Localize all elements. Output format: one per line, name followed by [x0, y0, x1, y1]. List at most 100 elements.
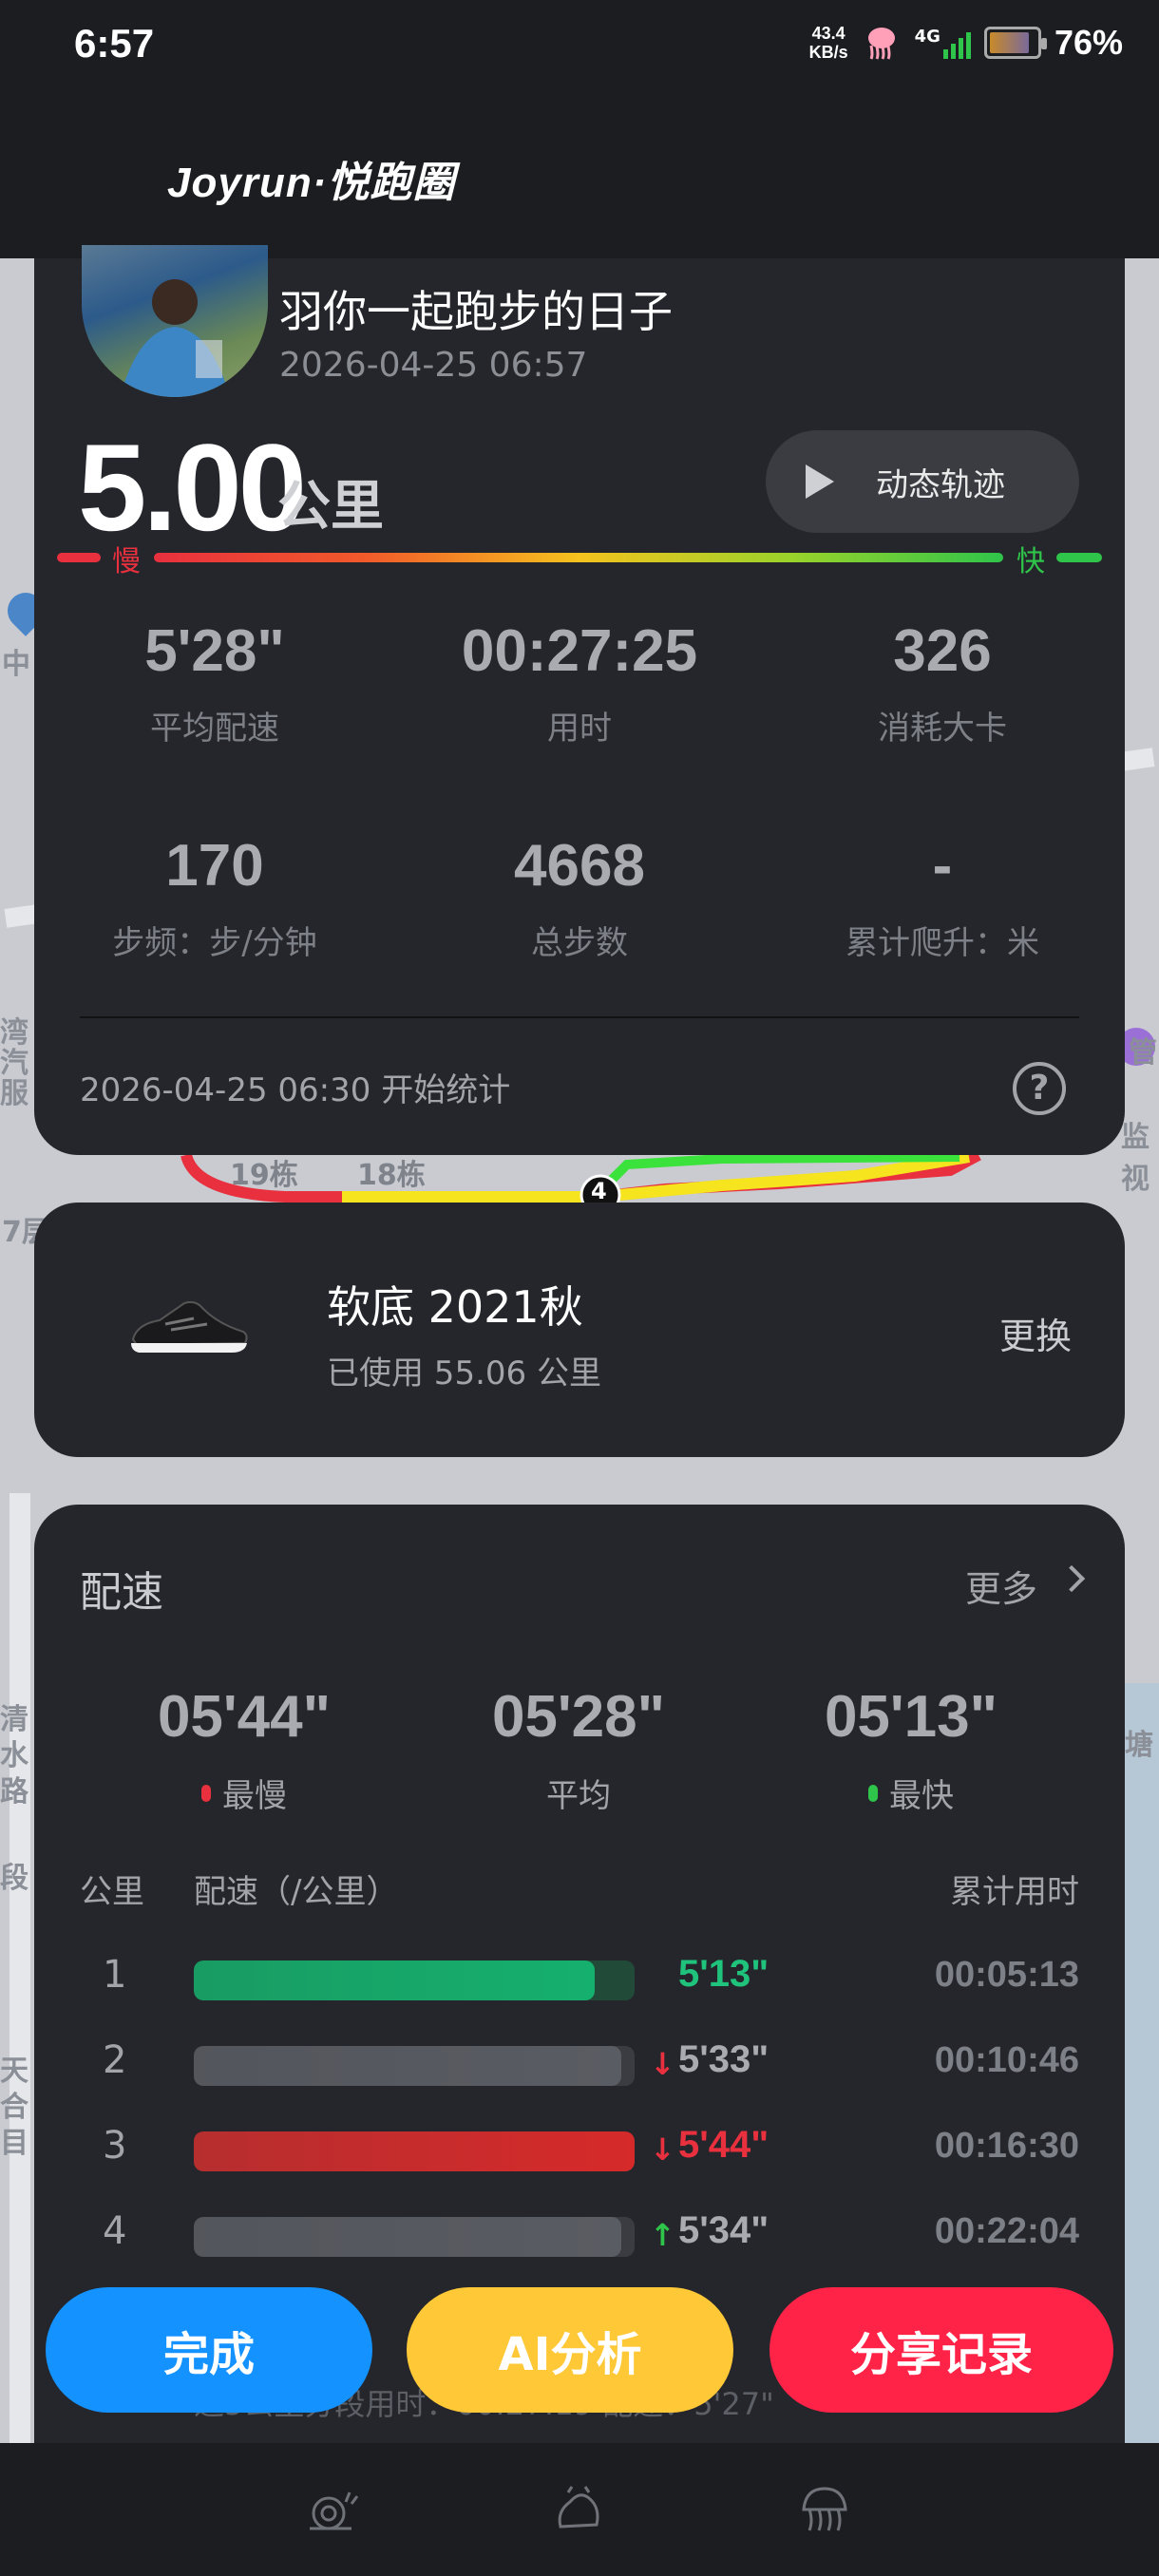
- pace-value: 05'13": [824, 1684, 998, 1750]
- stat-value: -: [932, 833, 953, 899]
- pace-more-link[interactable]: 更多: [965, 1560, 1037, 1612]
- building-label: 18栋: [357, 1159, 426, 1192]
- speed-scale-slow-seg: [57, 553, 101, 562]
- row-pace: 5'13": [678, 1953, 770, 1995]
- trend-arrow-icon: ↓: [650, 2131, 675, 2168]
- stat-value: 00:27:25: [461, 618, 698, 684]
- battery-icon: [983, 27, 1047, 59]
- stat-elevation-gain: - 累计爬升：米: [762, 832, 1123, 963]
- speed-scale-fast-seg: [1056, 553, 1102, 562]
- stat-total-steps: 4668 总步数: [399, 832, 760, 963]
- stat-label: 步频：步/分钟: [112, 924, 317, 962]
- status-icons: 43.4 KB/s 4G 76%: [809, 23, 1123, 63]
- pace-bar-fill: [194, 2046, 622, 2086]
- net-speed-value: 43.4: [811, 24, 846, 43]
- row-cumulative-time: 00:10:46: [934, 2040, 1079, 2080]
- row-cumulative-time: 00:16:30: [934, 2126, 1079, 2166]
- stat-label: 累计爬升：米: [846, 924, 1039, 962]
- stat-value: 5'28": [144, 618, 285, 684]
- row-cumulative-time: 00:05:13: [934, 1955, 1079, 1995]
- jellyfish-icon[interactable]: [796, 2483, 853, 2536]
- map-label: 管: [1129, 1036, 1157, 1070]
- green-dot-icon: [868, 1784, 878, 1802]
- stat-value: 170: [165, 833, 264, 899]
- pace-bar-track: [194, 2131, 635, 2171]
- row-km: 4: [103, 2209, 127, 2253]
- start-time-text: 2026-04-25 06:30 开始统计: [80, 1071, 511, 1109]
- km-marker: 4: [591, 1178, 607, 1204]
- shoe-icon: [131, 1300, 248, 1353]
- signal-icon: 4G: [915, 27, 971, 59]
- pace-bar-track: [194, 1960, 635, 2000]
- pace-slowest: 05'44" 最慢: [87, 1683, 401, 1816]
- pace-label-row: 平均: [422, 1770, 735, 1816]
- user-name: 羽你一起跑步的日子: [279, 286, 673, 337]
- red-dot-icon: [201, 1784, 211, 1802]
- pace-fastest: 05'13" 最快: [754, 1683, 1068, 1816]
- share-record-button[interactable]: 分享记录: [770, 2287, 1113, 2413]
- table-row: 2 ↓ 5'33" 00:10:46: [80, 2038, 1079, 2095]
- status-time: 6:57: [74, 21, 155, 66]
- table-row: 4 ↑ 5'34" 00:22:04: [80, 2209, 1079, 2266]
- route-line: [180, 1155, 981, 1203]
- map-label: 中: [2, 648, 30, 681]
- net-speed-unit: KB/s: [808, 43, 848, 62]
- network-type: 4G: [914, 27, 940, 47]
- done-button[interactable]: 完成: [46, 2287, 372, 2413]
- stat-label: 总步数: [531, 924, 628, 962]
- divider: [80, 1016, 1079, 1018]
- pace-label: 最慢: [222, 1777, 287, 1815]
- table-row: 3 ↓ 5'44" 00:16:30: [80, 2124, 1079, 2181]
- stat-avg-pace: 5'28" 平均配速: [34, 617, 395, 748]
- map-label: 段: [0, 1862, 28, 1895]
- pace-label-row: 最慢: [87, 1770, 401, 1816]
- ai-analysis-button[interactable]: AI分析: [407, 2287, 733, 2413]
- question-circle-icon[interactable]: ?: [1013, 1062, 1066, 1115]
- fast-label: 快: [1016, 545, 1045, 578]
- pace-bar-fill: [194, 2217, 622, 2257]
- app-header: Joyrun·悦跑圈: [0, 95, 1159, 258]
- shoe-usage: 已使用 55.06 公里: [327, 1354, 601, 1392]
- map-road-vertical: [10, 1493, 30, 2443]
- column-header-pace: 配速（/公里）: [194, 1873, 399, 1911]
- jellyfish-notification-icon: [867, 28, 895, 60]
- shoe-name: 软底 2021秋: [327, 1281, 583, 1333]
- row-pace: 5'44": [678, 2124, 770, 2166]
- stat-cadence: 170 步频：步/分钟: [34, 832, 395, 963]
- battery-level: [989, 32, 1029, 53]
- map-label: 清水路: [0, 1703, 28, 1809]
- run-datetime: 2026-04-25 06:57: [279, 346, 588, 385]
- column-header-km: 公里: [80, 1873, 144, 1911]
- seal-icon[interactable]: [551, 2483, 608, 2536]
- pace-value: 05'28": [491, 1684, 666, 1750]
- dynamic-track-button[interactable]: 动态轨迹: [766, 430, 1079, 533]
- map-label: 湾汽服: [0, 1016, 28, 1110]
- change-shoe-button[interactable]: 更换: [999, 1307, 1072, 1359]
- dynamic-track-label: 动态轨迹: [876, 465, 1005, 504]
- stat-label: 平均配速: [150, 710, 279, 748]
- snail-icon[interactable]: [304, 2483, 361, 2536]
- row-cumulative-time: 00:22:04: [934, 2211, 1079, 2251]
- slow-label: 慢: [112, 545, 141, 578]
- pace-label: 平均: [546, 1777, 611, 1815]
- column-header-cumulative: 累计用时: [950, 1873, 1079, 1911]
- row-km: 2: [103, 2038, 127, 2082]
- pace-bar-fill: [194, 1960, 596, 2000]
- row-km: 1: [103, 1953, 127, 1997]
- speed-scale-gradient: [154, 553, 1003, 562]
- net-speed: 43.4 KB/s: [809, 24, 848, 62]
- pace-label-row: 最快: [754, 1770, 1068, 1816]
- trend-arrow-icon: ↑: [650, 2217, 675, 2253]
- stat-label: 消耗大卡: [878, 710, 1007, 748]
- map-label: 天合目: [0, 2055, 28, 2160]
- stat-calories: 326 消耗大卡: [762, 617, 1123, 748]
- speed-scale-bar: [57, 553, 1102, 562]
- pace-bar-fill: [194, 2131, 635, 2171]
- battery-percent: 76%: [1054, 23, 1123, 62]
- stat-value: 4668: [514, 833, 645, 899]
- row-pace: 5'33": [678, 2038, 770, 2080]
- distance-unit: 公里: [277, 476, 384, 538]
- status-bar: 6:57 43.4 KB/s 4G 76%: [0, 0, 1159, 95]
- trend-arrow-icon: ↓: [650, 2046, 675, 2082]
- app-logo: Joyrun·悦跑圈: [167, 160, 456, 206]
